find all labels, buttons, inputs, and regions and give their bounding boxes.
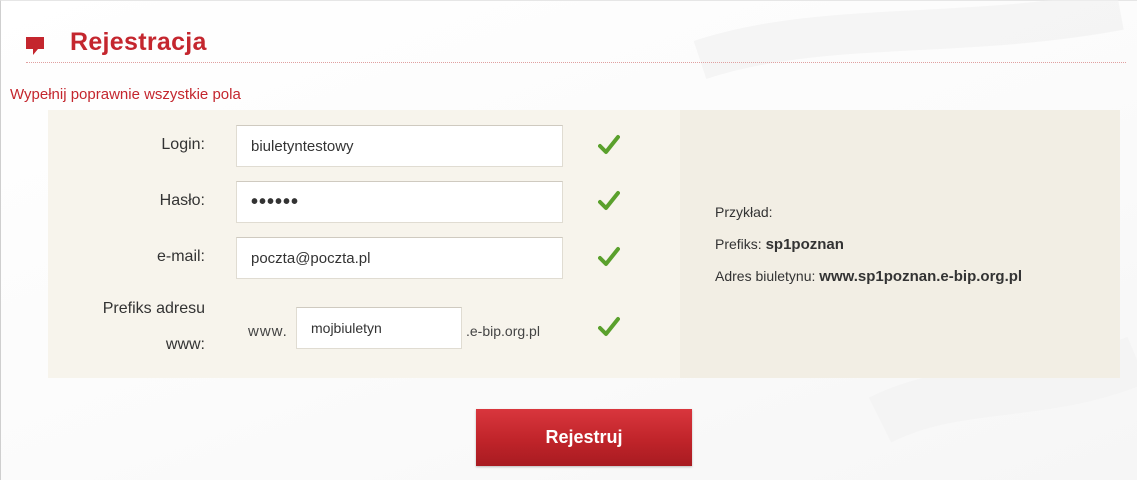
check-icon <box>598 135 620 154</box>
validation-message: Wypełnij poprawnie wszystkie pola <box>10 86 241 103</box>
example-heading: Przykład: <box>715 204 773 220</box>
check-icon <box>598 317 620 336</box>
check-icon <box>598 247 620 266</box>
prefix-label-line1: Prefiks adresu <box>102 300 205 317</box>
example-prefix-label: Prefiks: <box>715 236 762 252</box>
prefix-domain-text: .e-bip.org.pl <box>466 323 540 339</box>
password-input[interactable]: •••••• <box>236 181 563 223</box>
prefix-input[interactable]: mojbiuletyn <box>296 307 462 349</box>
check-icon <box>598 191 620 210</box>
login-label: Login: <box>161 136 205 153</box>
prefix-label-line2: www: <box>165 336 205 353</box>
email-label: e-mail: <box>156 248 205 265</box>
example-address-value: www.sp1poznan.e-bip.org.pl <box>819 268 1023 285</box>
registration-form: Login: biuletyntestowy Hasło: •••••• e-m… <box>48 110 1120 378</box>
email-input[interactable]: poczta@poczta.pl <box>236 237 563 279</box>
example-prefix-value: sp1poznan <box>765 236 844 253</box>
example-prefix: Prefiks: sp1poznan <box>715 236 844 253</box>
example-address: Adres biuletynu: www.sp1poznan.e-bip.org… <box>715 268 1022 285</box>
page-header: Rejestracja <box>26 26 1126 63</box>
register-button[interactable]: Rejestruj <box>476 409 692 466</box>
flag-icon <box>26 37 44 55</box>
form-fields-area: Login: biuletyntestowy Hasło: •••••• e-m… <box>48 110 680 378</box>
login-input[interactable]: biuletyntestowy <box>236 125 563 167</box>
page-title: Rejestracja <box>70 28 207 56</box>
password-label: Hasło: <box>159 192 205 209</box>
example-address-label: Adres biuletynu: <box>715 268 816 284</box>
prefix-www-text: www. <box>248 323 288 340</box>
